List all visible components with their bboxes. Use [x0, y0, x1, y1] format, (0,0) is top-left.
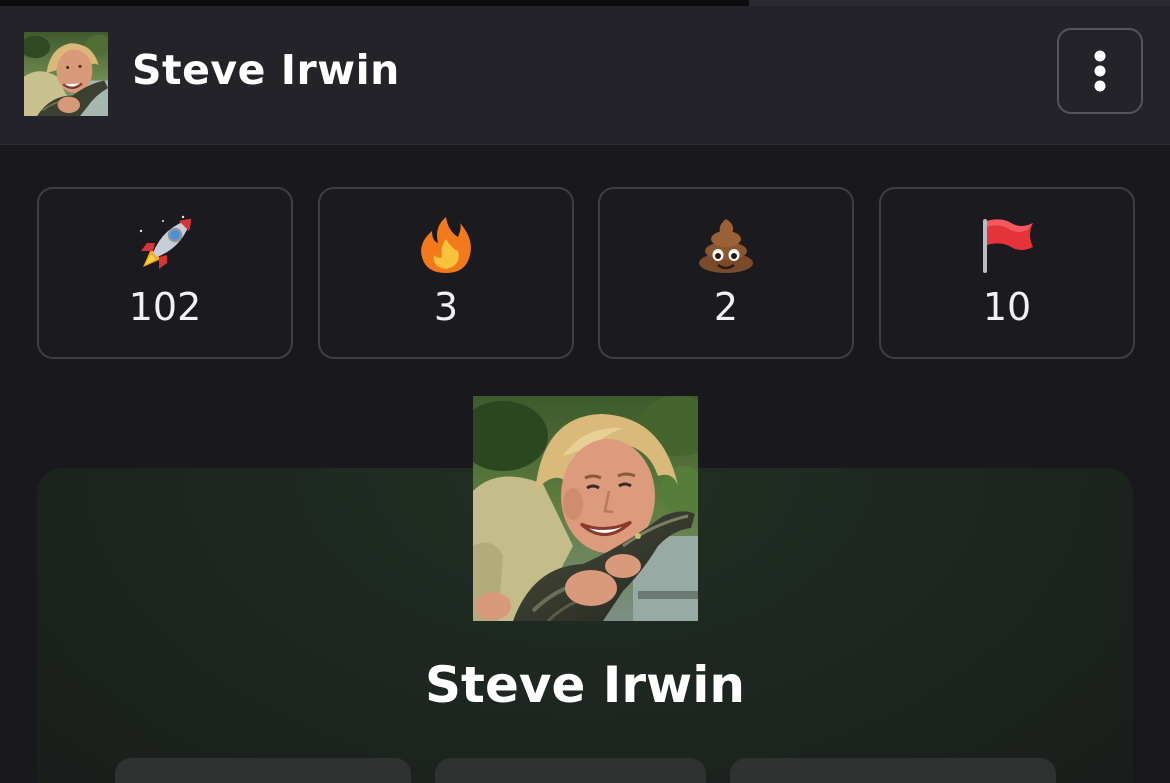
- profile-action-button-3[interactable]: [730, 758, 1056, 783]
- stat-card-poop[interactable]: 2: [598, 187, 854, 359]
- rocket-icon: [39, 215, 291, 275]
- avatar-photo-icon: [24, 32, 108, 116]
- profile-photo-icon: [473, 396, 698, 621]
- stat-card-rocket[interactable]: 102: [37, 187, 293, 359]
- header-avatar[interactable]: [24, 32, 108, 116]
- red-flag-icon: [881, 215, 1133, 275]
- profile-page: Steve Irwin 102 3 2 10 Steve Irwin: [0, 0, 1170, 783]
- top-header: Steve Irwin: [0, 6, 1170, 145]
- stat-value-flag: 10: [982, 285, 1032, 329]
- stat-value-fire: 3: [433, 285, 459, 329]
- poop-icon: [600, 215, 852, 275]
- profile-name: Steve Irwin: [425, 656, 745, 714]
- more-options-button[interactable]: [1057, 28, 1143, 114]
- profile-action-button-1[interactable]: [115, 758, 411, 783]
- fire-icon: [320, 215, 572, 275]
- header-title: Steve Irwin: [132, 46, 400, 94]
- profile-photo[interactable]: [473, 396, 698, 621]
- stat-value-poop: 2: [713, 285, 739, 329]
- stat-value-rocket: 102: [128, 285, 202, 329]
- more-vertical-icon: [1094, 50, 1106, 92]
- profile-action-button-2[interactable]: [435, 758, 706, 783]
- stat-card-fire[interactable]: 3: [318, 187, 574, 359]
- stat-card-flag[interactable]: 10: [879, 187, 1135, 359]
